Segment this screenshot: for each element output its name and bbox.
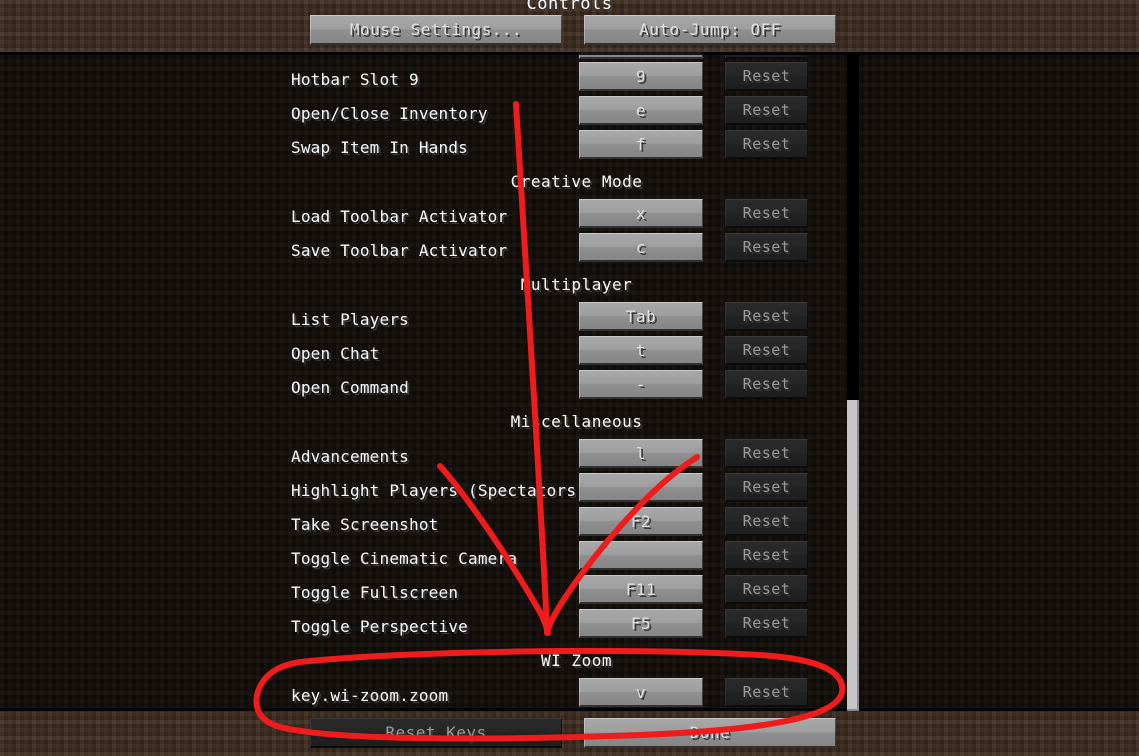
list-top-divider <box>0 52 1139 55</box>
keybinding-key-button[interactable] <box>579 473 703 502</box>
keybinding-reset-button[interactable]: Reset <box>725 473 808 502</box>
keybinding-key-button[interactable]: 9 <box>579 62 703 91</box>
minecraft-controls-screen: Hotbar Slot 9 9 Reset Open/Close Inventory e… <box>0 0 1139 756</box>
keybinding-label: Take Screenshot <box>291 515 439 534</box>
reset-keys-button[interactable]: Reset Keys <box>310 718 562 748</box>
keybinding-reset-button[interactable]: Reset <box>725 96 808 125</box>
keybinding-reset-button[interactable]: Reset <box>725 541 808 570</box>
keybinding-key-button[interactable] <box>579 541 703 570</box>
keybinding-label: Toggle Perspective <box>291 617 468 636</box>
mouse-settings-button[interactable]: Mouse Settings... <box>310 15 562 45</box>
keybinding-key-button[interactable]: - <box>579 370 703 399</box>
keybinding-key-button[interactable]: f <box>579 130 703 159</box>
bottom-background <box>0 711 1139 756</box>
keybinding-reset-button[interactable]: Reset <box>725 439 808 468</box>
table-row: Advancements l Reset <box>0 439 1139 473</box>
keybinding-label: Hotbar Slot 9 <box>291 70 419 89</box>
category-header: Multiplayer <box>0 275 1139 294</box>
keybinding-key-button[interactable]: Tab <box>579 302 703 331</box>
category-label: WI Zoom <box>541 651 612 670</box>
keybinding-key-button[interactable]: t <box>579 336 703 365</box>
keybinding-key-button[interactable]: v <box>579 678 703 707</box>
keybinding-reset-button[interactable]: Reset <box>725 507 808 536</box>
table-row: Toggle Cinematic Camera Reset <box>0 541 1139 575</box>
keybinding-key-button[interactable]: F11 <box>579 575 703 604</box>
keybinding-label: Advancements <box>291 447 409 466</box>
keybinding-label: Save Toolbar Activator <box>291 241 508 260</box>
table-row: Open/Close Inventory e Reset <box>0 96 1139 130</box>
table-row: Swap Item In Hands f Reset <box>0 130 1139 164</box>
category-header: WI Zoom <box>0 651 1139 670</box>
keybinding-label: Open/Close Inventory <box>291 104 488 123</box>
table-row: Hotbar Slot 9 9 Reset <box>0 62 1139 96</box>
keybinding-reset-button[interactable]: Reset <box>725 130 808 159</box>
table-row: Toggle Perspective F5 Reset <box>0 609 1139 643</box>
keybinding-reset-button[interactable]: Reset <box>725 336 808 365</box>
keybinding-key-button[interactable]: F2 <box>579 507 703 536</box>
table-row: Open Chat t Reset <box>0 336 1139 370</box>
keybinding-reset-button[interactable]: Reset <box>725 609 808 638</box>
auto-jump-toggle-button[interactable]: Auto-Jump: OFF <box>584 15 836 45</box>
keybinding-label: Load Toolbar Activator <box>291 207 508 226</box>
keybinding-label: Open Command <box>291 378 409 397</box>
category-header: Creative Mode <box>0 172 1139 191</box>
list-bottom-divider <box>0 708 1139 711</box>
keybinding-label: Toggle Fullscreen <box>291 583 459 602</box>
keybinding-reset-button[interactable]: Reset <box>725 62 808 91</box>
keybinding-reset-button[interactable]: Reset <box>725 233 808 262</box>
table-row: Save Toolbar Activator c Reset <box>0 233 1139 267</box>
scrollbar-thumb[interactable] <box>847 400 859 711</box>
keybinding-label: Highlight Players (Spectators) <box>291 481 586 500</box>
table-row: Highlight Players (Spectators) Reset <box>0 473 1139 507</box>
category-label: Miscellaneous <box>510 412 643 431</box>
keybinding-label: List Players <box>291 310 409 329</box>
table-row: Load Toolbar Activator x Reset <box>0 199 1139 233</box>
keybinding-reset-button[interactable]: Reset <box>725 302 808 331</box>
done-button[interactable]: Done <box>584 718 836 748</box>
keybinding-reset-button[interactable]: Reset <box>725 199 808 228</box>
keybinding-label: Toggle Cinematic Camera <box>291 549 518 568</box>
category-header: Miscellaneous <box>0 412 1139 431</box>
category-label: Multiplayer <box>520 275 633 294</box>
table-row: Open Command - Reset <box>0 370 1139 404</box>
keybinding-label: Swap Item In Hands <box>291 138 468 157</box>
category-label: Creative Mode <box>510 172 643 191</box>
page-title: Controls <box>526 0 613 14</box>
keybinding-key-button[interactable]: e <box>579 96 703 125</box>
table-row: Toggle Fullscreen F11 Reset <box>0 575 1139 609</box>
table-row: List Players Tab Reset <box>0 302 1139 336</box>
keybinding-key-button[interactable]: x <box>579 199 703 228</box>
table-row: key.wi-zoom.zoom v Reset <box>0 678 1139 711</box>
controls-list[interactable]: Hotbar Slot 9 9 Reset Open/Close Inventory e… <box>0 52 1139 711</box>
keybinding-key-button[interactable]: F5 <box>579 609 703 638</box>
table-row: Take Screenshot F2 Reset <box>0 507 1139 541</box>
keybinding-reset-button[interactable]: Reset <box>725 678 808 707</box>
keybinding-label: key.wi-zoom.zoom <box>291 686 449 705</box>
keybinding-key-button[interactable]: l <box>579 439 703 468</box>
keybinding-reset-button[interactable]: Reset <box>725 370 808 399</box>
keybinding-reset-button[interactable]: Reset <box>725 575 808 604</box>
keybinding-label: Open Chat <box>291 344 380 363</box>
keybinding-key-button[interactable]: c <box>579 233 703 262</box>
